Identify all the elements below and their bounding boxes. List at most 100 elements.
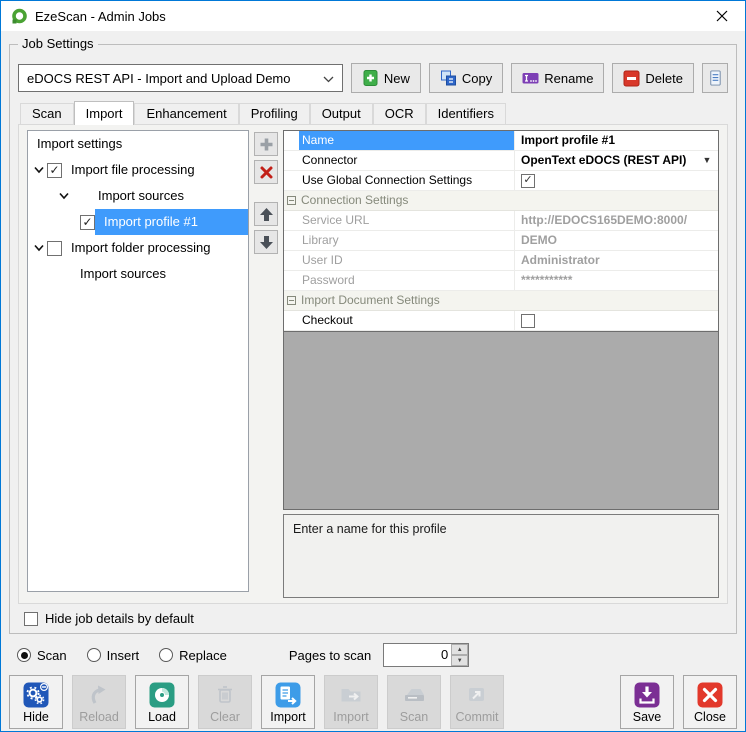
radio-scan[interactable]: Scan bbox=[17, 648, 67, 663]
job-description-button[interactable] bbox=[702, 63, 728, 93]
scan-button[interactable]: Scan bbox=[387, 675, 441, 729]
new-button-label: New bbox=[384, 71, 410, 86]
job-settings-groupbox: Job Settings eDOCS REST API - Import and… bbox=[9, 44, 737, 634]
import-settings-tree: Import settings Import file processing I… bbox=[27, 130, 249, 592]
radio-insert-indicator[interactable] bbox=[87, 648, 101, 662]
expander-chevron-icon[interactable] bbox=[31, 166, 47, 174]
tab-import[interactable]: Import bbox=[74, 101, 135, 125]
property-row-name[interactable]: Name Import profile #1 bbox=[284, 131, 718, 151]
pages-to-scan-value[interactable]: 0 bbox=[384, 644, 451, 666]
scan-options-row: Scan Insert Replace Pages to scan 0 ▲ ▼ bbox=[17, 641, 729, 669]
clear-button-label: Clear bbox=[210, 710, 240, 724]
property-value: http://EDOCS165DEMO:8000/ bbox=[515, 211, 718, 230]
tree-item-label: Import profile #1 bbox=[95, 209, 248, 235]
tree-checkbox[interactable] bbox=[47, 163, 62, 178]
title-bar: EzeScan - Admin Jobs bbox=[1, 1, 745, 31]
tab-output[interactable]: Output bbox=[310, 103, 373, 124]
property-value: DEMO bbox=[515, 231, 718, 250]
trash-icon bbox=[212, 682, 238, 708]
delete-profile-button[interactable] bbox=[254, 160, 278, 184]
radio-scan-indicator[interactable] bbox=[17, 648, 31, 662]
radio-insert[interactable]: Insert bbox=[87, 648, 140, 663]
import-folder-button[interactable]: Import bbox=[324, 675, 378, 729]
reload-button[interactable]: Reload bbox=[72, 675, 126, 729]
tree-checkbox[interactable] bbox=[47, 241, 62, 256]
expander-chevron-icon[interactable] bbox=[56, 192, 72, 200]
delete-icon bbox=[623, 69, 640, 87]
dropdown-arrow-icon[interactable]: ▼ bbox=[700, 151, 714, 170]
pages-to-scan-group: Pages to scan 0 ▲ ▼ bbox=[289, 643, 469, 667]
tree-item-import-settings[interactable]: Import settings bbox=[28, 131, 248, 157]
ezescan-logo-icon bbox=[11, 8, 28, 25]
checkout-checkbox[interactable] bbox=[521, 314, 535, 328]
property-row-checkout[interactable]: Checkout bbox=[284, 311, 718, 331]
hide-job-details-label: Hide job details by default bbox=[45, 611, 194, 626]
close-button[interactable]: Close bbox=[683, 675, 737, 729]
group-label: Import Document Settings bbox=[299, 291, 718, 310]
tab-scan[interactable]: Scan bbox=[20, 103, 74, 124]
load-button[interactable]: Load bbox=[135, 675, 189, 729]
radio-replace-indicator[interactable] bbox=[159, 648, 173, 662]
group-row-import-document-settings[interactable]: Import Document Settings bbox=[284, 291, 718, 311]
load-disc-icon bbox=[149, 682, 175, 708]
tab-ocr[interactable]: OCR bbox=[373, 103, 426, 124]
property-value[interactable]: Import profile #1 bbox=[515, 131, 718, 150]
tree-item-import-file-processing[interactable]: Import file processing bbox=[28, 157, 248, 183]
reload-button-label: Reload bbox=[79, 710, 119, 724]
pages-to-scan-spinner[interactable]: 0 ▲ ▼ bbox=[383, 643, 469, 667]
tab-profiling[interactable]: Profiling bbox=[239, 103, 310, 124]
property-value[interactable]: OpenText eDOCS (REST API) ▼ bbox=[515, 151, 718, 170]
new-document-icon bbox=[362, 69, 379, 87]
property-row-connector[interactable]: Connector OpenText eDOCS (REST API) ▼ bbox=[284, 151, 718, 171]
property-row-use-global-connection[interactable]: Use Global Connection Settings bbox=[284, 171, 718, 191]
spinner-up-button[interactable]: ▲ bbox=[451, 644, 468, 655]
collapse-group-icon[interactable] bbox=[287, 196, 296, 205]
expander-chevron-icon[interactable] bbox=[31, 244, 47, 252]
hide-gears-icon bbox=[23, 682, 49, 708]
close-window-icon bbox=[716, 10, 728, 22]
tree-item-import-profile-1[interactable]: Import profile #1 bbox=[28, 209, 248, 235]
tree-item-label: Import folder processing bbox=[62, 235, 248, 261]
radio-replace[interactable]: Replace bbox=[159, 648, 227, 663]
radio-insert-label: Insert bbox=[107, 648, 140, 663]
job-dropdown[interactable]: eDOCS REST API - Import and Upload Demo bbox=[18, 64, 343, 92]
tab-enhancement[interactable]: Enhancement bbox=[134, 103, 238, 124]
spinner-down-button[interactable]: ▼ bbox=[451, 655, 468, 666]
tree-toolbar bbox=[249, 130, 283, 598]
move-down-button[interactable] bbox=[254, 230, 278, 254]
tree-item-import-sources-2[interactable]: Import sources bbox=[28, 261, 248, 287]
hide-job-details-row[interactable]: Hide job details by default bbox=[24, 611, 728, 626]
tree-item-import-folder-processing[interactable]: Import file processing Import folder pro… bbox=[28, 235, 248, 261]
hide-button[interactable]: Hide bbox=[9, 675, 63, 729]
tree-item-label: Import file processing bbox=[62, 157, 248, 183]
add-profile-button[interactable] bbox=[254, 132, 278, 156]
hide-job-details-checkbox[interactable] bbox=[24, 612, 38, 626]
import-button[interactable]: Import bbox=[261, 675, 315, 729]
copy-job-button[interactable]: Copy bbox=[429, 63, 503, 93]
radio-replace-label: Replace bbox=[179, 648, 227, 663]
copy-icon bbox=[440, 69, 457, 87]
clear-button[interactable]: Clear bbox=[198, 675, 252, 729]
move-up-button[interactable] bbox=[254, 202, 278, 226]
tab-identifiers[interactable]: Identifiers bbox=[426, 103, 506, 124]
delete-job-button[interactable]: Delete bbox=[612, 63, 694, 93]
delete-button-label: Delete bbox=[645, 71, 683, 86]
group-label: Connection Settings bbox=[299, 191, 718, 210]
close-window-button[interactable] bbox=[699, 2, 745, 31]
collapse-group-icon[interactable] bbox=[287, 296, 296, 305]
use-global-connection-checkbox[interactable] bbox=[521, 174, 535, 188]
rename-job-button[interactable]: Rename bbox=[511, 63, 604, 93]
group-row-connection-settings[interactable]: Connection Settings bbox=[284, 191, 718, 211]
arrow-down-icon bbox=[259, 235, 274, 250]
tree-checkbox[interactable] bbox=[80, 215, 95, 230]
new-job-button[interactable]: New bbox=[351, 63, 421, 93]
arrow-up-icon bbox=[259, 207, 274, 222]
ezescan-admin-jobs-window: EzeScan - Admin Jobs Job Settings eDOCS … bbox=[0, 0, 746, 732]
property-label: Use Global Connection Settings bbox=[299, 171, 515, 190]
commit-button[interactable]: Commit bbox=[450, 675, 504, 729]
scan-button-label: Scan bbox=[400, 710, 429, 724]
save-button[interactable]: Save bbox=[620, 675, 674, 729]
property-grid-empty-area bbox=[284, 331, 718, 509]
tree-item-import-sources-1[interactable]: Import sources bbox=[28, 183, 248, 209]
tree-item-label: Import sources bbox=[28, 261, 248, 287]
